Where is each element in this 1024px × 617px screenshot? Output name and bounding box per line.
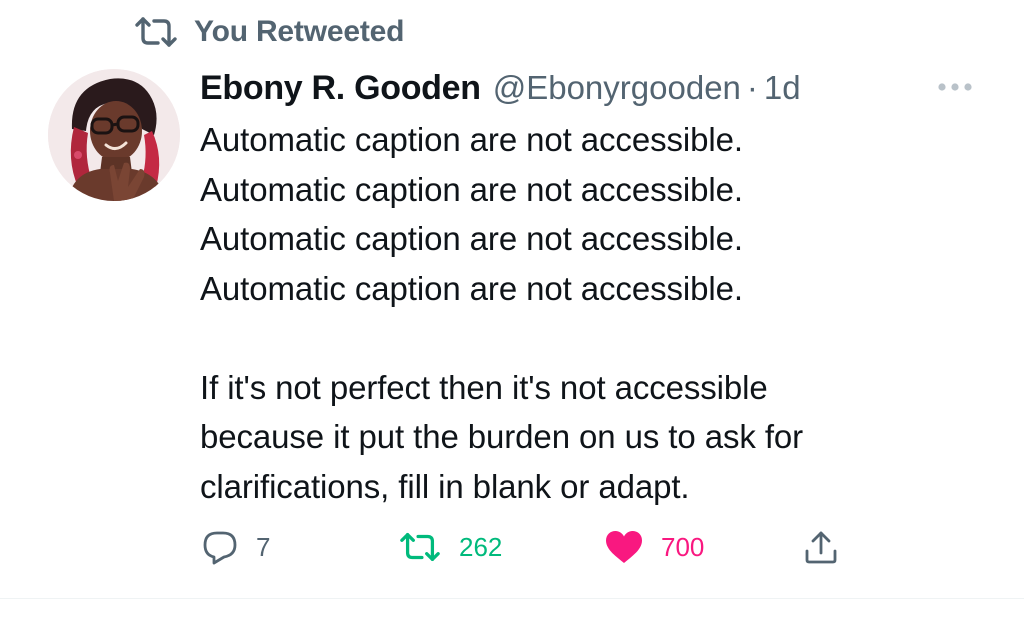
tweet-text-line: If it's not perfect then it's not access… — [200, 368, 768, 406]
tweet-text: Automatic caption are not accessible. Au… — [200, 115, 1000, 511]
tweet-header: Ebony R. Gooden @Ebonyrgooden · 1d — [200, 66, 801, 110]
reply-button[interactable]: 7 — [202, 527, 270, 567]
heart-icon — [605, 530, 643, 564]
reply-icon — [202, 529, 238, 565]
avatar[interactable] — [48, 69, 180, 201]
tweet-text-line: Automatic caption are not accessible. — [200, 269, 743, 307]
tweet-text-line: Automatic caption are not accessible. — [200, 220, 743, 257]
tweet-text-line: because it put the burden on us to ask f… — [200, 418, 804, 455]
tweet-text-line: clarifications, fill in blank or adapt. — [200, 467, 690, 505]
more-button[interactable] — [932, 76, 978, 100]
reply-count: 7 — [256, 531, 271, 562]
share-button[interactable] — [803, 527, 839, 567]
like-button[interactable]: 700 — [605, 527, 704, 567]
tweet-action-bar: 7 262 700 — [0, 527, 1024, 567]
author-display-name[interactable]: Ebony R. Gooden — [200, 69, 481, 108]
retweet-context[interactable]: You Retweeted — [134, 14, 404, 50]
tweet-text-line: Automatic caption are not accessible. — [200, 170, 743, 208]
like-count: 700 — [661, 531, 705, 562]
retweet-context-label: You Retweeted — [194, 15, 405, 48]
tweet-timestamp[interactable]: 1d — [764, 69, 801, 107]
more-icon — [935, 79, 975, 97]
header-separator: · — [746, 69, 758, 106]
retweet-context-icon — [134, 16, 178, 48]
retweet-icon — [399, 531, 441, 563]
author-handle[interactable]: @Ebonyrgooden — [493, 69, 741, 107]
tweet-text-line: Automatic caption are not accessible. — [200, 121, 743, 158]
retweet-count: 262 — [459, 531, 503, 562]
tweet-divider — [0, 598, 1024, 599]
retweet-button[interactable]: 262 — [399, 527, 502, 567]
share-icon — [803, 529, 839, 565]
